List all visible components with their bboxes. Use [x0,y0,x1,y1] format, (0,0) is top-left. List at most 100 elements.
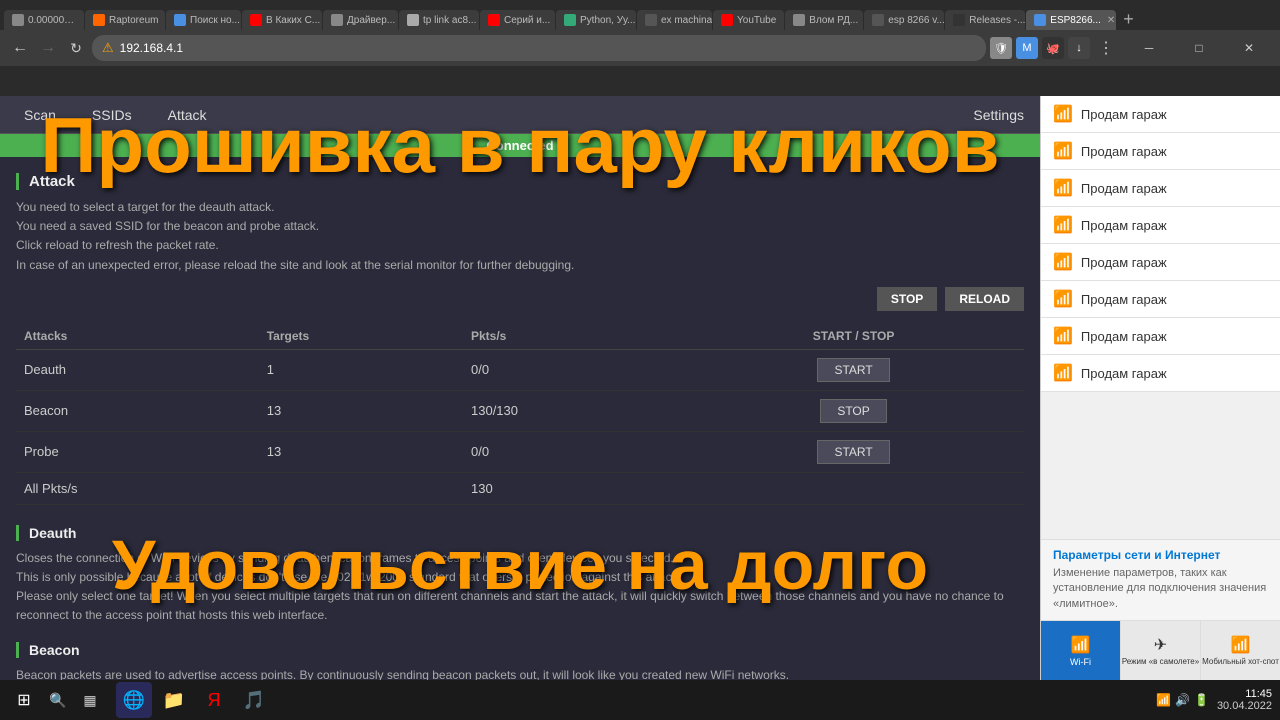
wifi-item-4[interactable]: 📶 Продам гараж [1041,207,1280,244]
tab-8[interactable]: ex machina [637,10,712,30]
wifi-item-1[interactable]: 📶 Продам гараж [1041,96,1280,133]
probe-name: Probe [16,431,259,472]
status-bar: Connected [0,134,1040,157]
attack-heading-block: Attack [16,173,1024,190]
desc-line-2: You need a saved SSID for the beacon and… [16,217,1024,236]
taskbar-app-browser[interactable]: 🌐 [116,682,152,718]
wifi-tile[interactable]: 📶 Wi-Fi [1041,621,1120,680]
probe-targets: 13 [259,431,463,472]
network-panel-title[interactable]: Параметры сети и Интернет [1053,548,1268,562]
browser-window: 0.0000000... Raptoreum Поиск но... В Как… [0,0,1280,96]
tab-1[interactable]: Raptoreum [85,10,165,30]
network-panel-desc: Изменение параметров, таких как установл… [1053,566,1268,612]
taskbar-app-yandex[interactable]: Я [196,682,232,718]
desc-line-1: You need to select a target for the deau… [16,198,1024,217]
taskbar: ⊞ 🔍 ▦ 🌐 📁 Я 🎵 📶 🔊 🔋 11:45 30.04.2022 [0,680,1280,720]
wifi-item-5[interactable]: 📶 Продам гараж [1041,244,1280,281]
wifi-icon-5: 📶 [1053,252,1073,272]
deauth-name: Deauth [16,349,259,390]
forward-button[interactable]: → [36,36,60,60]
wifi-icon-3: 📶 [1053,178,1073,198]
action-buttons-row: STOP RELOAD [16,287,1024,311]
wifi-name-5: Продам гараж [1081,255,1167,270]
nav-scan[interactable]: Scan [16,103,64,127]
tab-2[interactable]: Поиск но... [166,10,241,30]
tab-11[interactable]: esp 8266 v... [864,10,944,30]
desc-line-3: Click reload to refresh the packet rate. [16,236,1024,255]
taskbar-tray: 📶 🔊 🔋 11:45 30.04.2022 [1156,688,1272,712]
beacon-name: Beacon [16,390,259,431]
taskbar-app-misc[interactable]: 🎵 [236,682,272,718]
wifi-icon-4: 📶 [1053,215,1073,235]
tab-9[interactable]: YouTube [713,10,784,30]
wifi-name-4: Продам гараж [1081,218,1167,233]
tab-5[interactable]: tp link ac8... [399,10,479,30]
webpage-area: Scan SSIDs Attack Settings Connected Att… [0,96,1040,680]
tab-close-icon[interactable]: ✕ [1107,15,1115,26]
tab-10[interactable]: Влом РД... [785,10,863,30]
probe-start-button[interactable]: START [817,440,889,464]
airplane-icon: ✈ [1154,635,1167,655]
search-button[interactable]: 🔍 [44,686,72,714]
reload-button[interactable]: ↻ [64,36,88,60]
back-button[interactable]: ← [8,36,32,60]
col-targets: Targets [259,323,463,350]
wifi-name-3: Продам гараж [1081,181,1167,196]
extension-icon-2[interactable]: M [1016,37,1038,59]
deauth-start-button[interactable]: START [817,358,889,382]
deauth-desc-2: This is only possible because a lot of d… [16,568,1024,587]
deauth-pkts: 0/0 [463,349,683,390]
wifi-item-7[interactable]: 📶 Продам гараж [1041,318,1280,355]
extension-icon-3[interactable]: 🐙 [1042,37,1064,59]
extension-icon-4[interactable]: ↓ [1068,37,1090,59]
wifi-item-3[interactable]: 📶 Продам гараж [1041,170,1280,207]
nav-attack[interactable]: Attack [160,103,215,127]
widgets-button[interactable]: ▦ [76,686,104,714]
deauth-targets: 1 [259,349,463,390]
airplane-tile[interactable]: ✈ Режим «в самолете» [1120,621,1200,680]
address-bar-row: ← → ↻ ⚠ 192.168.4.1 🛡 M 🐙 ↓ ⋮ ─ □ ✕ [0,30,1280,66]
maximize-button[interactable]: □ [1176,33,1222,63]
tab-0[interactable]: 0.0000000... [4,10,84,30]
deauth-section: Deauth Closes the connection of WiFi dev… [16,525,1024,626]
tray-icons: 📶 🔊 🔋 [1156,693,1209,707]
tab-6[interactable]: Серий и... [480,10,555,30]
start-button[interactable]: ⊞ [8,684,40,716]
explorer-icon: 📁 [163,690,185,711]
tray-battery-icon[interactable]: 🔋 [1194,693,1209,707]
reload-button[interactable]: RELOAD [945,287,1024,311]
tab-4[interactable]: Драйвер... [323,10,398,30]
tab-active[interactable]: ESP8266... ✕ [1026,10,1116,30]
browser-menu-button[interactable]: ⋮ [1094,38,1118,58]
tray-sound-icon[interactable]: 🔊 [1175,693,1190,707]
tab-3[interactable]: В Каких С... [242,10,322,30]
new-tab-button[interactable]: + [1117,9,1140,30]
misc-icon: 🎵 [243,690,265,711]
tab-7[interactable]: Python, Уу... [556,10,636,30]
beacon-targets: 13 [259,390,463,431]
network-panel-footer: Параметры сети и Интернет Изменение пара… [1041,539,1280,620]
deauth-desc-1: Closes the connection of WiFi devices by… [16,549,1024,568]
close-button[interactable]: ✕ [1226,33,1272,63]
wifi-list: 📶 Продам гараж 📶 Продам гараж 📶 Продам г… [1041,96,1280,539]
wifi-icon-7: 📶 [1053,326,1073,346]
table-row-probe: Probe 13 0/0 START [16,431,1024,472]
taskbar-app-explorer[interactable]: 📁 [156,682,192,718]
tray-wifi-icon[interactable]: 📶 [1156,693,1171,707]
stop-button[interactable]: STOP [877,287,937,311]
url-bar[interactable]: ⚠ 192.168.4.1 [92,35,986,61]
nav-ssids[interactable]: SSIDs [84,103,140,127]
nav-settings[interactable]: Settings [973,107,1024,123]
wifi-item-8[interactable]: 📶 Продам гараж [1041,355,1280,392]
wifi-name-7: Продам гараж [1081,329,1167,344]
wifi-icon-8: 📶 [1053,363,1073,383]
bottom-tiles: 📶 Wi-Fi ✈ Режим «в самолете» 📶 Мобильный… [1041,620,1280,680]
hotspot-tile[interactable]: 📶 Мобильный хот-спот [1200,621,1280,680]
wifi-name-6: Продам гараж [1081,292,1167,307]
wifi-item-2[interactable]: 📶 Продам гараж [1041,133,1280,170]
extension-icon-1[interactable]: 🛡 [990,37,1012,59]
tab-12[interactable]: Releases -... [945,10,1025,30]
wifi-item-6[interactable]: 📶 Продам гараж [1041,281,1280,318]
beacon-stop-button[interactable]: STOP [820,399,886,423]
minimize-button[interactable]: ─ [1126,33,1172,63]
